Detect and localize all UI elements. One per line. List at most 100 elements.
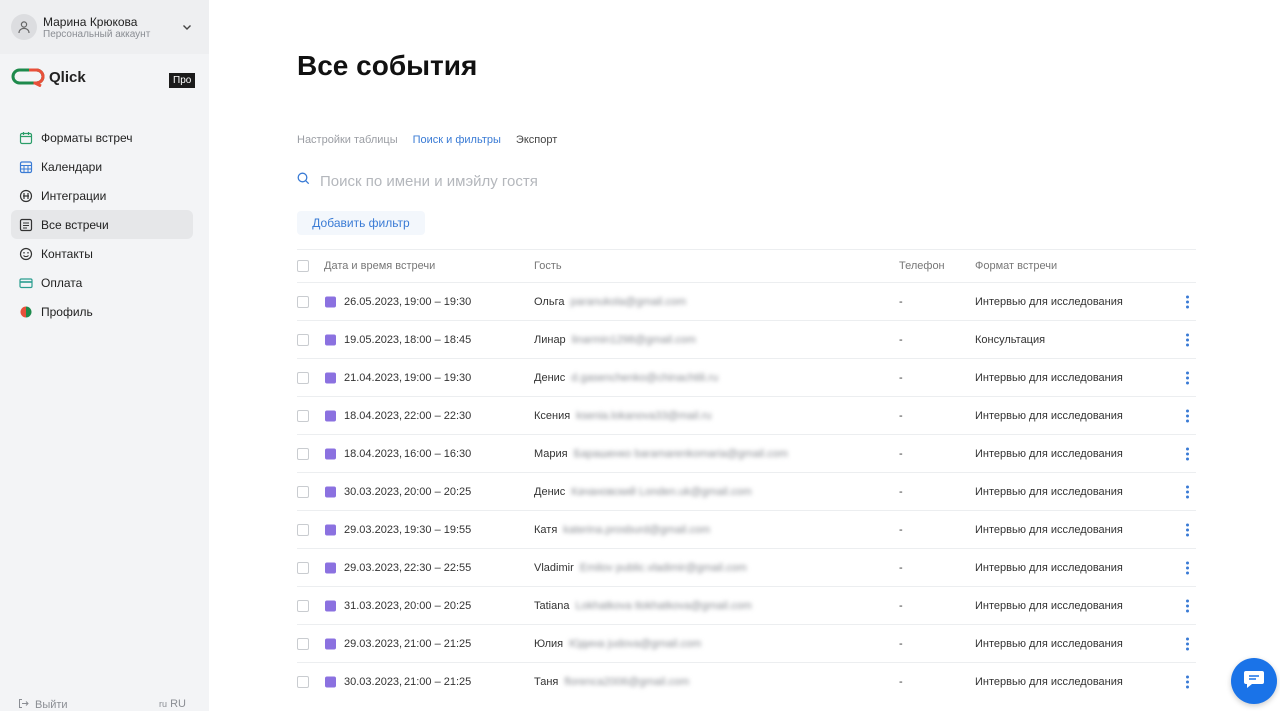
menu-dot [1185,381,1189,384]
list-icon [19,218,33,232]
row-checkbox[interactable] [297,371,309,384]
row-time: 21:00 – 21:25 [404,675,472,688]
table-row[interactable]: 30.03.2023, 21:00 – 21:25 Таня florenca2006… [297,662,1196,700]
tab-export[interactable]: Экспорт [516,134,557,146]
logout-link[interactable]: Выйти [18,698,68,711]
row-date: 18.04.2023, [344,447,403,460]
row-guest[interactable]: Таня florenca2006@gmail.com [534,676,689,688]
add-filter-button[interactable]: Добавить фильтр [297,211,425,235]
language-switcher[interactable]: ru RU [159,698,186,710]
more-vertical-icon[interactable] [1182,294,1192,309]
menu-dot [1185,609,1189,612]
search-input[interactable] [320,172,720,190]
event-color-swatch [325,600,336,611]
menu-dot [1185,495,1189,498]
row-guest[interactable]: Ксения ksenia.lokanova33@mail.ru [534,410,712,422]
table-row[interactable]: 29.03.2023, 22:30 – 22:55 Vladimir Emilov p… [297,548,1196,586]
guest-details-blurred: katerina.prosburd@gmail.com [563,523,711,536]
row-checkbox[interactable] [297,675,309,688]
table-row[interactable]: 18.04.2023, 22:00 – 22:30 Ксения ksenia.lok… [297,396,1196,434]
row-checkbox[interactable] [297,637,309,650]
row-format: Интервью для исследования [975,409,1123,422]
sidebar-item-payment[interactable]: Оплата [11,268,193,297]
row-time: 22:00 – 22:30 [404,409,472,422]
menu-dot [1185,343,1189,346]
more-vertical-icon[interactable] [1182,446,1192,461]
sidebar-item-meeting-formats[interactable]: Форматы встреч [11,123,193,152]
more-vertical-icon[interactable] [1182,408,1192,423]
row-guest[interactable]: Денис d.gasenchenko@chinachtili.ru [534,372,718,384]
account-switcher[interactable]: Марина Крюкова Персональный аккаунт [0,0,209,54]
more-vertical-icon[interactable] [1182,636,1192,651]
row-guest[interactable]: Tatiana Lokhatkova tlokhatkova@gmail.com [534,600,752,612]
row-checkbox[interactable] [297,523,309,536]
sidebar-item-label: Форматы встреч [41,130,133,145]
sidebar-item-calendars[interactable]: Календари [11,152,193,181]
row-format: Интервью для исследования [975,295,1123,308]
row-guest[interactable]: Мария Барашенко baramarenkomaria@gmail.co… [534,448,788,460]
event-color-swatch [325,334,336,345]
row-phone: - [899,637,903,650]
guest-name: Мария [534,447,568,460]
sidebar-item-integrations[interactable]: Интеграции [11,181,193,210]
row-phone: - [899,333,903,346]
row-guest[interactable]: Ольга paranukola@gmail.com [534,296,686,308]
tab-table-settings[interactable]: Настройки таблицы [297,134,398,146]
row-checkbox[interactable] [297,485,309,498]
row-phone: - [899,599,903,612]
row-checkbox[interactable] [297,409,309,422]
more-vertical-icon[interactable] [1182,598,1192,613]
menu-dot [1185,333,1189,336]
sidebar-item-contacts[interactable]: Контакты [11,239,193,268]
row-checkbox[interactable] [297,599,309,612]
guest-name: Денис [534,485,566,498]
more-vertical-icon[interactable] [1182,674,1192,689]
menu-dot [1185,571,1189,574]
row-checkbox[interactable] [297,447,309,460]
chevron-down-icon[interactable] [181,20,193,38]
menu-dot [1185,523,1189,526]
more-vertical-icon[interactable] [1182,332,1192,347]
row-time: 20:00 – 20:25 [404,599,472,612]
more-vertical-icon[interactable] [1182,560,1192,575]
menu-dot [1185,295,1189,298]
guest-name: Ксения [534,409,571,422]
table-row[interactable]: 30.03.2023, 20:00 – 20:25 Денис Качановский… [297,472,1196,510]
row-checkbox[interactable] [297,295,309,308]
event-color-swatch [325,410,336,421]
row-checkbox[interactable] [297,333,309,346]
row-guest[interactable]: Vladimir Emilov public.vladimir@gmail.com [534,562,747,574]
menu-dot [1185,528,1189,531]
menu-dot [1185,642,1189,645]
table-row[interactable]: 29.03.2023, 21:00 – 21:25 Юлия Юдина judova… [297,624,1196,662]
table-row[interactable]: 19.05.2023, 18:00 – 18:45 Линар linarmin129… [297,320,1196,358]
select-all-checkbox[interactable] [297,260,309,272]
chat-button[interactable] [1231,658,1277,704]
brand-logo[interactable]: Qlick [11,67,86,87]
tab-search-filters[interactable]: Поиск и фильтры [413,134,501,146]
menu-dot [1185,338,1189,341]
language-label: RU [170,698,186,710]
row-guest[interactable]: Юлия Юдина judova@gmail.com [534,638,701,650]
sidebar-item-profile[interactable]: Профиль [11,297,193,326]
menu-dot [1185,419,1189,422]
row-guest[interactable]: Линар linarmin1298@gmail.com [534,334,696,346]
event-color-swatch [325,372,336,383]
more-vertical-icon[interactable] [1182,522,1192,537]
table-row[interactable]: 21.04.2023, 19:00 – 19:30 Денис d.gasenchen… [297,358,1196,396]
row-guest[interactable]: Катя katerina.prosburd@gmail.com [534,524,710,536]
table-row[interactable]: 18.04.2023, 16:00 – 16:30 Мария Барашенко b… [297,434,1196,472]
more-vertical-icon[interactable] [1182,370,1192,385]
row-guest[interactable]: Денис Качановский Londen.uk@gmail.com [534,486,752,498]
sidebar-item-all-meetings[interactable]: Все встречи [11,210,193,239]
table-row[interactable]: 29.03.2023, 19:30 – 19:55 Катя katerina.pro… [297,510,1196,548]
table-row[interactable]: 26.05.2023, 19:00 – 19:30 Ольга paranukola@… [297,282,1196,320]
row-date: 18.04.2023, [344,409,403,422]
table-row[interactable]: 31.03.2023, 20:00 – 20:25 Tatiana Lokhatkov… [297,586,1196,624]
guest-details-blurred: Emilov public.vladimir@gmail.com [579,561,747,574]
more-vertical-icon[interactable] [1182,484,1192,499]
row-phone: - [899,409,903,422]
row-checkbox[interactable] [297,561,309,574]
menu-dot [1185,376,1189,379]
qlick-logo-icon [11,68,45,87]
